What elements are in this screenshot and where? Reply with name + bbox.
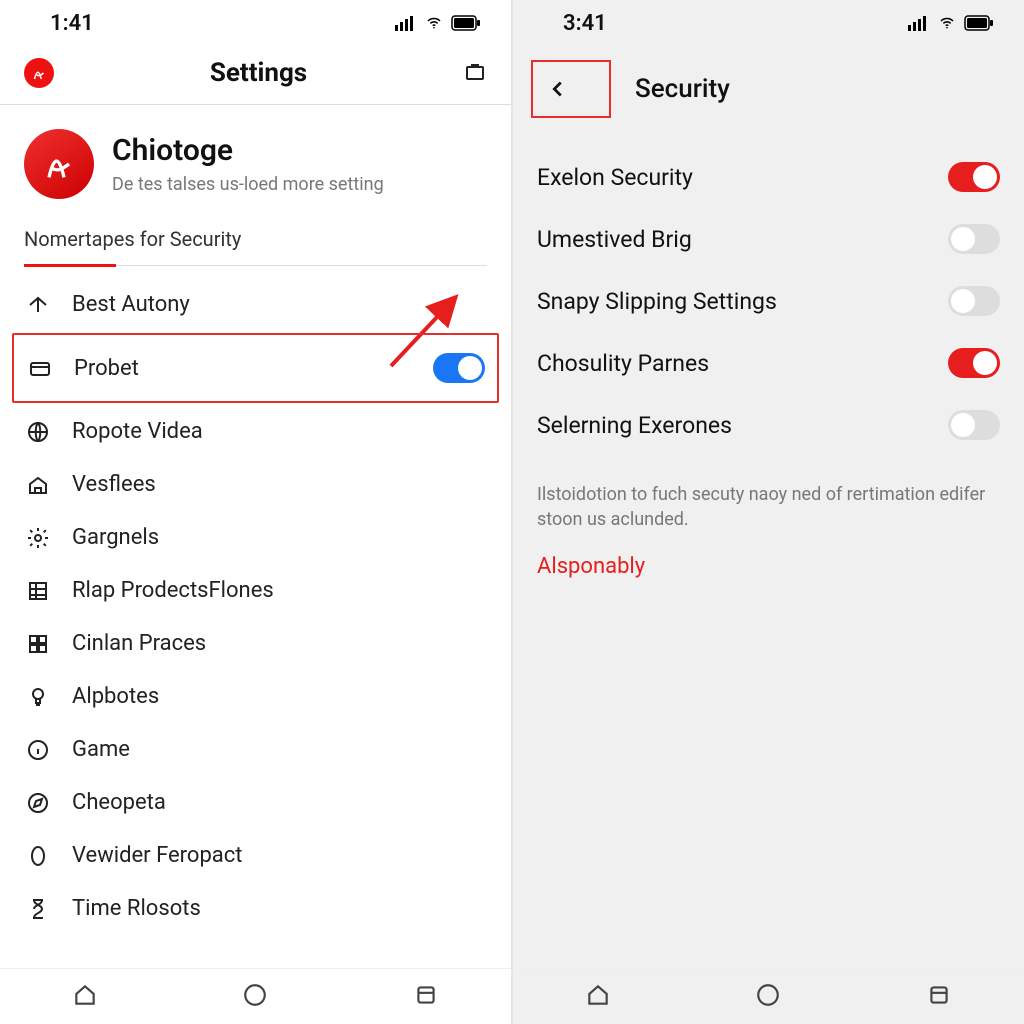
nav-circle-icon[interactable] [755,982,781,1012]
menu-label: Vewider Feropact [72,843,243,868]
item-umestived-brig[interactable]: Umestived Brig [513,208,1024,270]
grid-icon [24,632,52,656]
briefcase-icon[interactable] [463,59,487,87]
profile-section[interactable]: Chiotoge De tes talses us-loed more sett… [0,105,511,219]
probet-toggle[interactable] [433,353,485,383]
menu-item-alpbotes[interactable]: Alpbotes [0,670,511,723]
status-icons [395,15,481,31]
menu-label: Vesflees [72,472,156,497]
item-selerning-exerones[interactable]: Selerning Exerones [513,394,1024,456]
status-time: 1:41 [50,11,94,36]
menu-item-best-autony[interactable]: Best Autony [0,278,511,331]
menu-item-cheopeta[interactable]: Cheopeta [0,776,511,829]
nav-home-icon[interactable] [72,982,98,1012]
item-label: Selerning Exerones [537,412,732,439]
house-icon [24,473,52,497]
settings-title: Settings [210,58,307,88]
oval-icon [24,844,52,868]
item-chosulity-parnes[interactable]: Chosulity Parnes [513,332,1024,394]
toggle-exelon[interactable] [948,162,1000,192]
card-icon [26,356,54,380]
profile-name: Chiotoge [112,133,384,168]
signal-icon [395,15,417,31]
adobe-icon[interactable] [24,58,54,88]
item-label: Snapy Slipping Settings [537,288,777,315]
settings-header: Settings [0,46,511,105]
section-underline [24,265,487,266]
nav-square-icon[interactable] [926,982,952,1012]
menu-label: Ropote Videa [72,419,203,444]
section-label-security: Nomertapes for Security [0,219,511,259]
globe-icon [24,420,52,444]
compass-icon [24,791,52,815]
bulb-icon [24,685,52,709]
menu-label: Probet [74,356,139,381]
security-header: Security [513,46,1024,138]
alsponably-link[interactable]: Alsponably [513,538,1024,595]
menu-item-vesflees[interactable]: Vesflees [0,458,511,511]
signal-icon [908,15,930,31]
bottom-nav [0,968,511,1024]
security-title: Security [635,74,730,104]
hourglass-icon [24,897,52,921]
security-info-text: Ilstoidotion to fuch secuty naoy ned of … [513,464,1024,538]
battery-icon [964,15,994,31]
menu-item-game[interactable]: Game [0,723,511,776]
toggle-chosulity[interactable] [948,348,1000,378]
bottom-nav [513,968,1024,1024]
menu-item-probet[interactable]: Probet [12,333,499,403]
status-bar: 3:41 [513,0,1024,46]
menu-label: Cinlan Praces [72,631,206,656]
phone-right: 3:41 Security Exelon Security Umestived … [513,0,1024,1024]
menu-label: Time Rlosots [72,896,201,921]
toggle-umestived[interactable] [948,224,1000,254]
wifi-icon [936,15,958,31]
menu-label: Game [72,737,130,762]
menu-label: Alpbotes [72,684,159,709]
menu-label: Cheopeta [72,790,166,815]
status-bar: 1:41 [0,0,511,46]
nav-square-icon[interactable] [413,982,439,1012]
item-snapy-slipping[interactable]: Snapy Slipping Settings [513,270,1024,332]
profile-subtitle: De tes talses us-loed more setting [112,174,384,195]
toggle-snapy[interactable] [948,286,1000,316]
security-list: Exelon Security Umestived Brig Snapy Sli… [513,138,1024,464]
status-icons [908,15,994,31]
battery-icon [451,15,481,31]
toggle-selerning[interactable] [948,410,1000,440]
item-label: Exelon Security [537,164,693,191]
back-button[interactable] [531,60,611,118]
menu-item-vewider[interactable]: Vewider Feropact [0,829,511,882]
item-exelon-security[interactable]: Exelon Security [513,146,1024,208]
menu-item-gargnels[interactable]: Gargnels [0,511,511,564]
menu-label: Rlap ProdectsFlones [72,578,274,603]
menu-label: Gargnels [72,525,159,550]
adobe-avatar-icon [24,129,94,199]
item-label: Chosulity Parnes [537,350,709,377]
nav-home-icon[interactable] [585,982,611,1012]
phone-left: 1:41 Settings Chiotoge De tes talses us-… [0,0,511,1024]
chevron-left-icon [547,76,569,102]
menu-item-ropote-videa[interactable]: Ropote Videa [0,405,511,458]
menu-item-time-rlosots[interactable]: Time Rlosots [0,882,511,935]
settings-menu: Best Autony Probet Ropote Videa Vesflees… [0,278,511,947]
menu-item-cinlan-praces[interactable]: Cinlan Praces [0,617,511,670]
home-up-icon [24,293,52,317]
grid-stack-icon [24,579,52,603]
wifi-icon [423,15,445,31]
profile-text: Chiotoge De tes talses us-loed more sett… [112,133,384,195]
status-time: 3:41 [563,11,607,36]
info-icon [24,738,52,762]
gear-icon [24,526,52,550]
nav-circle-icon[interactable] [242,982,268,1012]
menu-label: Best Autony [72,292,190,317]
item-label: Umestived Brig [537,226,692,253]
menu-item-rlap-prodects[interactable]: Rlap ProdectsFlones [0,564,511,617]
